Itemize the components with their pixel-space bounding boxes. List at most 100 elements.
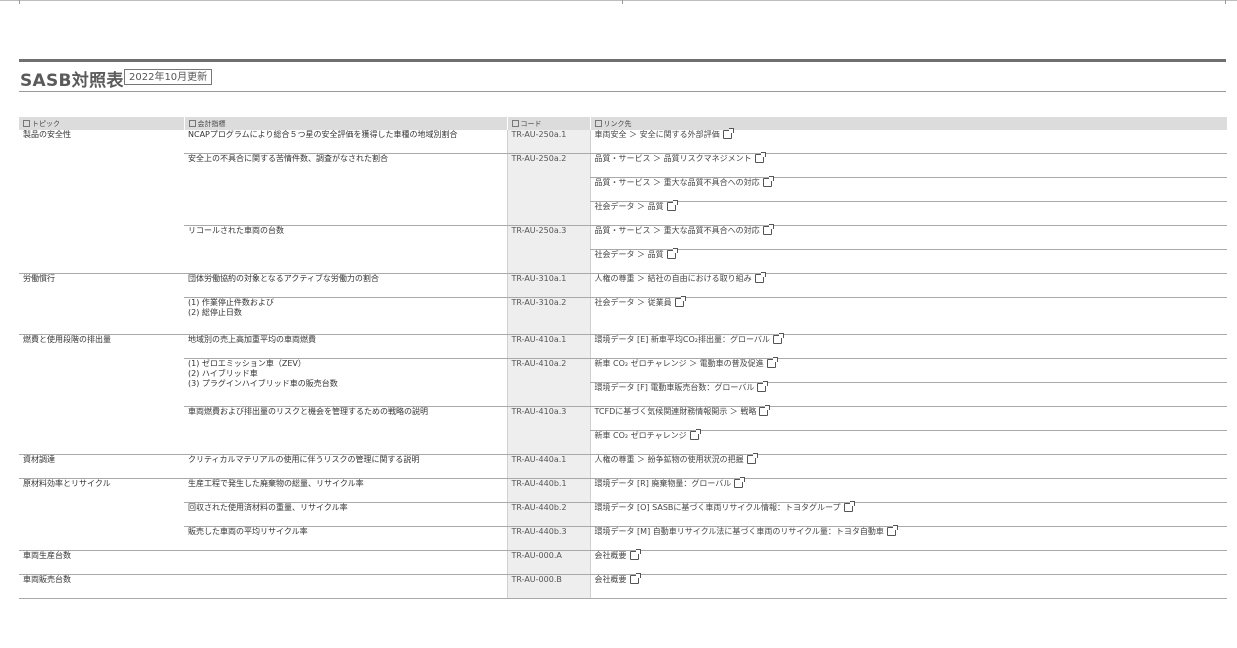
external-link-icon	[762, 224, 774, 235]
topic-cell: 車両販売台数	[19, 574, 507, 599]
code-cell: TR-AU-410a.1	[506, 334, 590, 359]
table-row: (1) ゼロエミッション車（ZEV） (2) ハイブリッド車 (3) プラグインハイ…	[19, 357, 1227, 407]
external-link-icon	[757, 381, 769, 392]
metric-cell: (1) 作業停止件数および (2) 総停止日数	[184, 297, 507, 335]
metric-cell: 車両燃費および排出量のリスクと機会を管理するための戦略の説明	[184, 406, 507, 455]
code-cell: TR-AU-000.B	[506, 574, 590, 599]
header-topic: トピック	[19, 117, 184, 130]
code-cell: TR-AU-440a.1	[506, 454, 590, 479]
link-cell[interactable]: 会社概要	[589, 573, 1227, 599]
external-link-icon	[754, 152, 766, 163]
topic-cell: 燃費と使用段階の排出量	[19, 334, 184, 455]
page-title: SASB対照表	[20, 71, 124, 91]
square-icon	[511, 120, 519, 127]
top-divider	[0, 0, 1237, 1]
table-row: 労働慣行 団体労働協約の対象となるアクティブな労働力の割合 TR-AU-310a…	[19, 272, 1227, 335]
code-cell: TR-AU-250a.2	[506, 153, 590, 226]
link-cell[interactable]: 人権の尊重 ＞ 結社の自由における取り組み	[589, 272, 1227, 298]
link-cell[interactable]: 環境データ [E] 新車平均CO₂排出量：グローバル	[589, 333, 1227, 359]
code-cell: TR-AU-410a.2	[506, 358, 590, 407]
code-cell: TR-AU-440b.3	[506, 526, 590, 551]
title-bar	[19, 59, 1226, 62]
code-cell: TR-AU-250a.3	[506, 225, 590, 274]
metric-cell: 生産工程で発生した廃棄物の総量、リサイクル率	[184, 478, 507, 503]
table-row: 車両販売台数 TR-AU-000.B 会社概要	[19, 573, 1227, 599]
link-cell[interactable]: TCFDに基づく気候関連財務情報開示 ＞ 戦略	[589, 405, 1227, 431]
external-link-icon	[886, 525, 898, 536]
code-cell: TR-AU-440b.2	[506, 502, 590, 527]
link-cell[interactable]: 新車 CO₂ ゼロチャレンジ ＞ 電動車の普及促進	[589, 357, 1227, 383]
link-cell[interactable]: 環境データ [R] 廃棄物量：グローバル	[589, 477, 1227, 503]
external-link-icon	[843, 501, 855, 512]
metric-cell: 安全上の不具合に関する苦情件数、調査がなされた割合	[184, 153, 507, 226]
topic-cell: 労働慣行	[19, 273, 184, 335]
link-cell[interactable]: 環境データ [M] 自動車リサイクル法に基づく車両のリサイクル量：トヨタ自動車	[589, 525, 1227, 551]
code-cell: TR-AU-410a.3	[506, 406, 590, 455]
metric-cell: NCAPプログラムにより総合５つ星の安全評価を獲得した車種の地域別割合	[184, 130, 507, 154]
external-link-icon	[674, 296, 686, 307]
header-code: コード	[506, 117, 590, 130]
external-link-icon	[666, 248, 678, 259]
square-icon	[23, 120, 30, 127]
link-cell[interactable]: 新車 CO₂ ゼロチャレンジ	[589, 429, 1227, 455]
topic-cell: 資材調達	[19, 454, 184, 479]
external-link-icon	[746, 453, 758, 464]
table-row: 販売した車両の平均リサイクル率 TR-AU-440b.3 環境データ [M] 自…	[19, 525, 1227, 551]
top-tick	[19, 0, 20, 4]
top-tick	[622, 0, 623, 4]
metric-cell: リコールされた車両の台数	[184, 225, 507, 274]
sasb-table: トピック 会計指標 コード リンク先 製品の安全性 NCAPプログラムにより総合…	[19, 117, 1227, 599]
link-cell[interactable]: 人権の尊重 ＞ 紛争鉱物の使用状況の把握	[589, 453, 1227, 479]
code-cell: TR-AU-310a.1	[506, 273, 590, 298]
external-link-icon	[762, 176, 774, 187]
link-cell[interactable]: 車両安全 ＞ 安全に関する外部評価	[589, 128, 1227, 154]
code-cell: TR-AU-440b.1	[506, 478, 590, 503]
square-icon	[188, 120, 196, 127]
top-tick	[1225, 0, 1226, 4]
table-row: リコールされた車両の台数 TR-AU-250a.3 品質・サービス ＞ 重大な品…	[19, 224, 1227, 274]
code-cell: TR-AU-250a.1	[506, 130, 590, 154]
updated-badge: 2022年10月更新	[124, 69, 213, 85]
metric-cell: 販売した車両の平均リサイクル率	[184, 526, 507, 551]
title-rule	[19, 91, 1226, 92]
code-cell: TR-AU-310a.2	[506, 297, 590, 335]
link-cell[interactable]: 社会データ ＞ 従業員	[589, 296, 1227, 335]
table-header-row: トピック 会計指標 コード リンク先	[19, 117, 1227, 130]
topic-cell: 車両生産台数	[19, 550, 507, 575]
metric-cell: 回収された使用済材料の重量、リサイクル率	[184, 502, 507, 527]
topic-cell: 原材料効率とリサイクル	[19, 478, 184, 551]
link-cell[interactable]: 会社概要	[589, 549, 1227, 575]
external-link-icon	[629, 573, 641, 584]
metric-cell: 地域別の売上高加重平均の車両燃費	[184, 334, 507, 359]
square-icon	[594, 120, 602, 127]
external-link-icon	[754, 272, 766, 283]
topic-cell: 製品の安全性	[19, 130, 184, 274]
table-row: 燃費と使用段階の排出量 地域別の売上高加重平均の車両燃費 TR-AU-410a.…	[19, 333, 1227, 455]
external-link-icon	[759, 405, 771, 416]
table-row: 資材調達 クリティカルマテリアルの使用に伴うリスクの管理に関する説明 TR-AU…	[19, 453, 1227, 479]
external-link-icon	[689, 429, 701, 440]
link-cell[interactable]: 品質・サービス ＞ 重大な品質不具合への対応	[589, 176, 1227, 202]
metric-cell: 団体労働協約の対象となるアクティブな労働力の割合	[184, 273, 507, 298]
external-link-icon	[734, 477, 746, 488]
link-cell[interactable]: 環境データ [F] 電動車販売台数：グローバル	[589, 381, 1227, 407]
external-link-icon	[772, 333, 784, 344]
table-row: 原材料効率とリサイクル 生産工程で発生した廃棄物の総量、リサイクル率 TR-AU…	[19, 477, 1227, 551]
external-link-icon	[629, 549, 641, 560]
header-link: リンク先	[589, 117, 1227, 130]
link-cell[interactable]: 環境データ [O] SASBに基づく車両リサイクル情報：トヨタグループ	[589, 501, 1227, 527]
metric-cell: クリティカルマテリアルの使用に伴うリスクの管理に関する説明	[184, 454, 507, 479]
table-row: (1) 作業停止件数および (2) 総停止日数 TR-AU-310a.2 社会デー…	[19, 296, 1227, 335]
link-cell[interactable]: 社会データ ＞ 品質	[589, 248, 1227, 274]
table-row: 車両生産台数 TR-AU-000.A 会社概要	[19, 549, 1227, 575]
table-row: 安全上の不具合に関する苦情件数、調査がなされた割合 TR-AU-250a.2 品…	[19, 152, 1227, 226]
table-row: 製品の安全性 NCAPプログラムにより総合５つ星の安全評価を獲得した車種の地域別…	[19, 128, 1227, 274]
link-cell[interactable]: 社会データ ＞ 品質	[589, 200, 1227, 226]
external-link-icon	[766, 357, 778, 368]
link-cell[interactable]: 品質・サービス ＞ 品質リスクマネジメント	[589, 152, 1227, 178]
table-row: 回収された使用済材料の重量、リサイクル率 TR-AU-440b.2 環境データ …	[19, 501, 1227, 527]
code-cell: TR-AU-000.A	[506, 550, 590, 575]
header-metric: 会計指標	[183, 117, 507, 130]
link-cell[interactable]: 品質・サービス ＞ 重大な品質不具合への対応	[589, 224, 1227, 250]
external-link-icon	[722, 128, 734, 139]
